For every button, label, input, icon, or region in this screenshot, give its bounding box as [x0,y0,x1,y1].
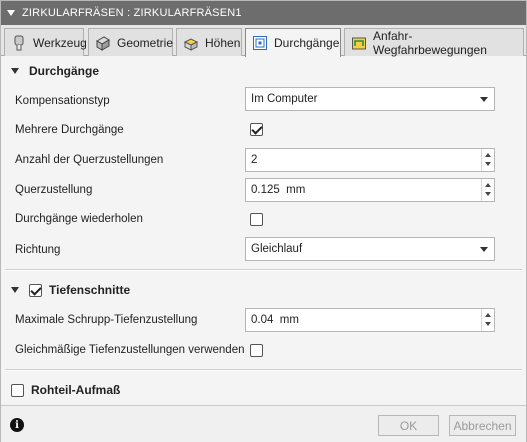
spin-up-icon[interactable] [482,149,494,160]
compensation-label: Kompensationstyp [15,95,110,107]
direction-label: Richtung [15,244,61,256]
title-bar[interactable]: ZIRKULARFRÄSEN : ZIRKULARFRÄSEN1 [1,1,526,25]
direction-value: Gleichlauf [251,243,303,255]
max-roughing-input[interactable]: 0.04 mm [245,308,495,332]
window-title: ZIRKULARFRÄSEN : ZIRKULARFRÄSEN1 [22,7,242,19]
passes-icon [253,36,267,50]
repeat-passes-label: Durchgänge wiederholen [15,213,143,225]
stepover-label: Querzustellung [15,184,93,196]
tab-geometrie[interactable]: Geometrie [88,28,173,56]
tab-label: Anfahr-Wegfahrbewegungen [373,28,487,57]
tab-werkzeug[interactable]: Werkzeug [4,28,87,56]
max-roughing-value: 0.04 mm [251,314,299,326]
tab-label: Höhen [205,35,241,50]
multiple-passes-row: Mehrere Durchgänge [15,118,526,142]
compensation-select[interactable]: Im Computer [245,87,495,111]
stepover-input[interactable]: 0.125 mm [245,178,495,202]
stepover-value: 0.125 mm [251,184,306,196]
even-stepdown-checkbox[interactable] [250,344,263,357]
spin-down-icon[interactable] [482,160,494,171]
tab-hoehen[interactable]: Höhen [176,28,242,56]
max-roughing-spinner[interactable] [481,309,494,331]
collapse-icon[interactable] [7,10,15,16]
section-header-rohteil-aufmass[interactable]: Rohteil-Aufmaß [1,377,526,403]
repeat-passes-row: Durchgänge wiederholen [15,207,526,231]
tab-durchgaenge[interactable]: Durchgänge [245,28,341,57]
even-stepdown-row: Gleichmäßige Tiefenzustellungen verwende… [15,338,526,362]
spin-down-icon[interactable] [482,320,494,331]
section-divider [5,369,522,371]
even-stepdown-label: Gleichmäßige Tiefenzustellungen verwende… [15,344,245,356]
geometry-icon [96,35,110,51]
section-title: Durchgänge [29,64,100,78]
depth-cuts-checkbox[interactable] [29,283,42,297]
multiple-passes-checkbox[interactable] [250,123,263,136]
tool-icon [14,35,24,50]
multiple-passes-label: Mehrere Durchgänge [15,124,124,136]
stepover-count-value: 2 [251,154,258,166]
stepover-count-input[interactable]: 2 [245,148,495,172]
stepover-count-spinner[interactable] [481,149,494,171]
chevron-down-icon [480,97,488,102]
chevron-down-icon[interactable] [11,68,19,74]
chevron-down-icon [480,247,488,252]
spin-up-icon[interactable] [482,179,494,190]
chevron-down-icon[interactable] [11,287,19,293]
tab-label: Geometrie [117,35,174,50]
tab-label: Werkzeug [33,35,87,50]
stock-to-leave-checkbox[interactable] [11,383,24,397]
tab-label: Durchgänge [274,36,340,50]
spin-up-icon[interactable] [482,309,494,320]
linking-icon [352,37,366,49]
spin-down-icon[interactable] [482,190,494,201]
ok-button[interactable]: OK [378,415,439,436]
tab-bar: Werkzeug Geometrie Höhen Durchgänge Anfa… [1,25,526,57]
stepover-count-label: Anzahl der Querzustellungen [15,154,164,166]
max-roughing-label: Maximale Schrupp-Tiefenzustellung [15,314,198,326]
tab-anfahr-wegfahrbewegungen[interactable]: Anfahr-Wegfahrbewegungen [344,28,524,57]
section-header-tiefenschnitte[interactable]: Tiefenschnitte [1,277,526,303]
section-header-durchgaenge[interactable]: Durchgänge [1,58,526,84]
direction-select[interactable]: Gleichlauf [245,237,495,261]
heights-icon [183,37,199,51]
info-icon[interactable]: i [10,418,24,432]
section-divider [5,269,522,271]
section-title: Rohteil-Aufmaß [31,383,121,397]
compensation-value: Im Computer [251,93,318,105]
stepover-spinner[interactable] [481,179,494,201]
cancel-button[interactable]: Abbrechen [449,415,516,436]
repeat-passes-checkbox[interactable] [250,213,263,226]
dialog-footer: i OK Abbrechen [1,405,526,442]
operation-dialog: ZIRKULARFRÄSEN : ZIRKULARFRÄSEN1 Werkzeu… [0,0,527,442]
section-title: Tiefenschnitte [49,283,131,297]
